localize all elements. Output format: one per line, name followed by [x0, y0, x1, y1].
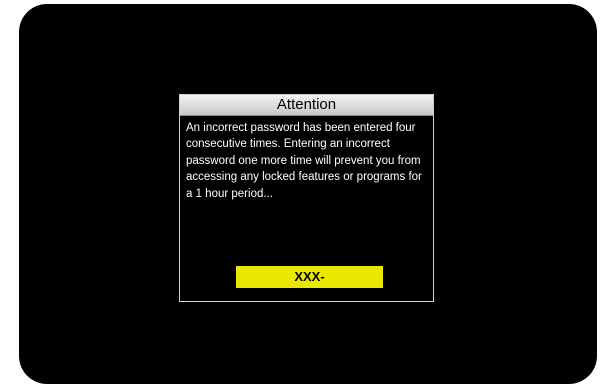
pin-entry-field[interactable]: XXX-: [236, 266, 383, 288]
tv-screen: Attention An incorrect password has been…: [19, 4, 597, 384]
attention-dialog: Attention An incorrect password has been…: [179, 94, 434, 302]
dialog-message: An incorrect password has been entered f…: [186, 122, 422, 200]
dialog-title: Attention: [180, 95, 433, 116]
page: Attention An incorrect password has been…: [0, 0, 606, 386]
